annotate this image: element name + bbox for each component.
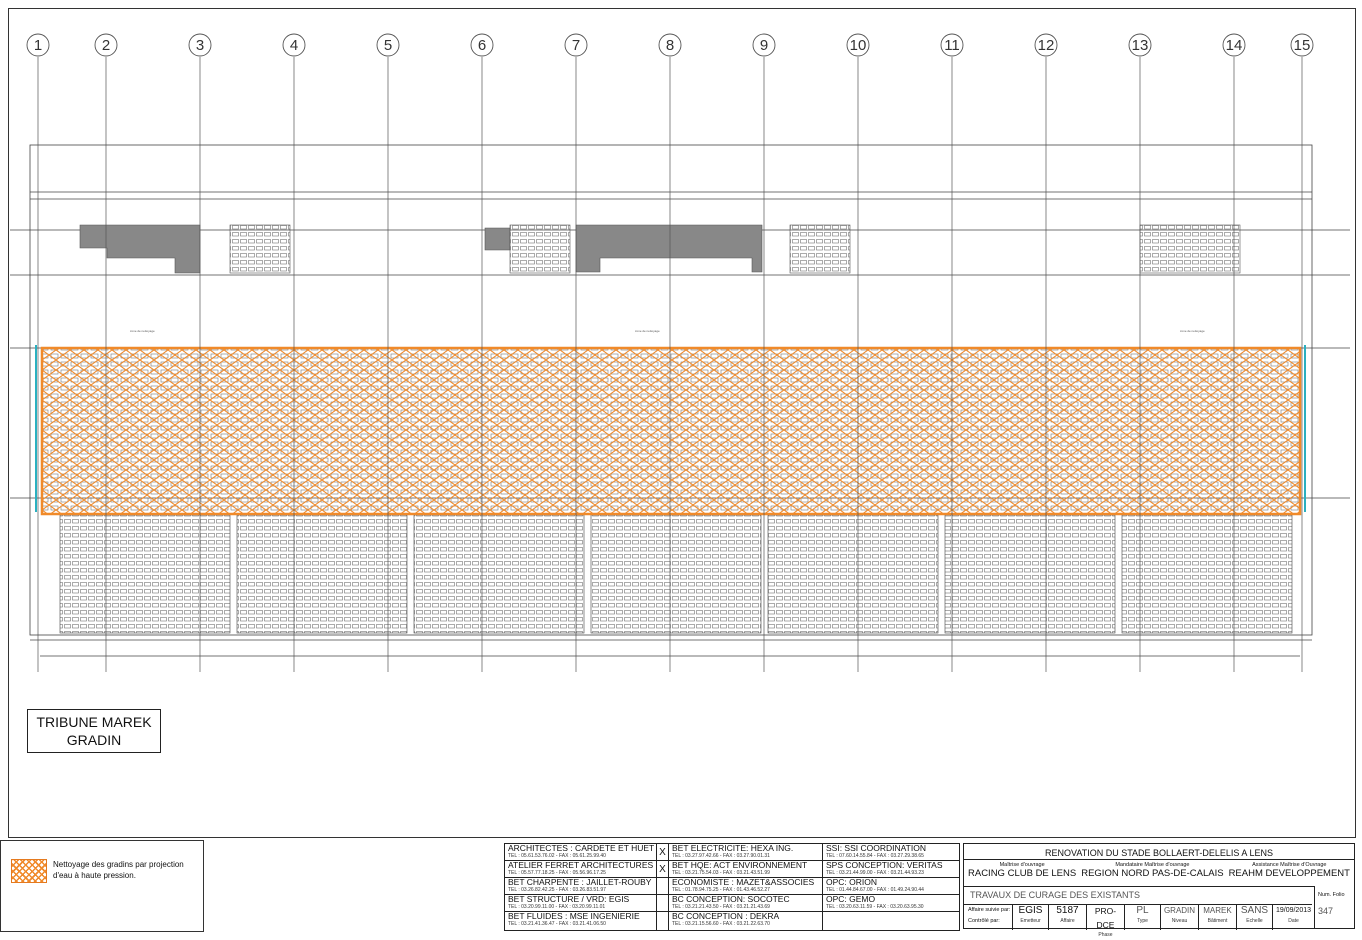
grid-axis-bubble: 6 [470, 33, 494, 57]
stand-plan-drawing: zone de nettoyage zone de nettoyage zone… [10, 33, 1350, 672]
contact-entry: OPC: GEMO TEL : 03.20.63.11.59 - FAX : 03… [823, 895, 959, 912]
grid-axis-bubble: 14 [1222, 33, 1246, 57]
grid-axis-bubble: 11 [940, 33, 964, 57]
drawing-title-box: TRIBUNE MAREK GRADIN [27, 709, 161, 753]
grid-axis-bubble: 12 [1034, 33, 1058, 57]
svg-text:zone de nettoyage: zone de nettoyage [1180, 329, 1205, 333]
code-cell: PL Type [1124, 904, 1160, 930]
contact-entry [823, 912, 959, 929]
legend-text: Nettoyage des gradins par projection d'e… [53, 860, 184, 880]
x-marks-column: X X [657, 844, 669, 930]
title-block: RENOVATION DU STADE BOLLAERT-DELELIS A L… [963, 843, 1355, 938]
codes-row: EGIS Emetteur 5187 Affaire PRO-DCE Phase PL… [964, 904, 1354, 938]
grid-axis-label: 1 [34, 37, 42, 54]
code-cell: SANS Echelle [1236, 904, 1272, 930]
contact-entry: SSI: SSI COORDINATION TEL : 07.60.14.55.8… [823, 844, 959, 861]
grid-axis-label: 13 [1132, 37, 1149, 54]
drawing-subtitle: GRADIN [66, 732, 122, 748]
grid-axis-bubble: 15 [1290, 33, 1314, 57]
code-cell: 5187 Affaire [1048, 904, 1086, 930]
grid-axis-label: 5 [384, 37, 392, 54]
contact-entry: BET FLUIDES : MSE INGENIERIE TEL : 03.21.… [508, 912, 640, 927]
grid-axis-bubble: 13 [1128, 33, 1152, 57]
folio-label: Num. Folio [1318, 892, 1345, 898]
grid-axis-bubble: 1 [26, 33, 50, 57]
technical-rooms [79, 224, 763, 274]
grid-axis-label: 6 [478, 37, 486, 54]
grid-axis-label: 7 [572, 37, 580, 54]
grid-axis-bubble: 7 [564, 33, 588, 57]
contact-entry: BET ELECTRICITE: HEXA ING. TEL : 03.27.97… [669, 844, 822, 861]
cleaning-zone-hatch [40, 346, 1302, 516]
code-cell: EGIS Emetteur [1012, 904, 1048, 930]
grid-axis-label: 2 [102, 37, 110, 54]
roles-row: Maîtrise d'ouvrage RACING CLUB DE LENS Ma… [968, 862, 1350, 879]
grid-axis-label: 15 [1294, 37, 1311, 54]
contact-entry: BET STRUCTURE / VRD: EGIS TEL : 03.20.99.… [505, 895, 656, 912]
grid-axis-bubble: 8 [658, 33, 682, 57]
grid-axis-label: 14 [1226, 37, 1243, 54]
grid-axis-bubble: 4 [282, 33, 306, 57]
grid-axis-bubble: 5 [376, 33, 400, 57]
contact-entry: SPS CONCEPTION: VERITAS TEL : 03.21.44.99… [823, 861, 959, 878]
grid-axis-label: 11 [944, 37, 960, 54]
svg-text:zone de nettoyage: zone de nettoyage [635, 329, 660, 333]
contact-entry: BET CHARPENTE : JAILLET-ROUBY TEL : 03.26… [505, 878, 656, 895]
drawing-title: TRIBUNE MAREK [36, 714, 152, 730]
role-assistance: Assistance Maîtrise d'Ouvrage REAHM DEVEL… [1228, 862, 1350, 879]
grid-axis-bubble: 2 [94, 33, 118, 57]
role-owner: Maîtrise d'ouvrage RACING CLUB DE LENS [968, 862, 1077, 879]
grid-axis-label: 10 [850, 37, 867, 54]
legend-box: Nettoyage des gradins par projection d'e… [0, 840, 204, 932]
hatch-swatch-icon [11, 859, 47, 883]
contact-entry: BC CONCEPTION: SOCOTEC TEL : 03.21.21.43.… [669, 895, 822, 912]
code-cell: 19/09/2013 Date [1272, 904, 1314, 930]
svg-text:zone de nettoyage: zone de nettoyage [130, 329, 155, 333]
grid-axis-label: 4 [290, 37, 298, 54]
code-cell: PRO-DCE Phase [1086, 904, 1124, 938]
code-cell: MAREK Bâtiment [1198, 904, 1236, 930]
contact-entry: ATELIER FERRET ARCHITECTURES TEL : 05.57.… [505, 861, 656, 878]
contact-entry: BC CONCEPTION : DEKRA TEL : 03.21.15.56.6… [672, 912, 780, 927]
contact-entry: BET HQE: ACT ENVIRONNEMENT TEL : 03.21.75… [669, 861, 822, 878]
grid-axis-bubble: 10 [846, 33, 870, 57]
lower-tier-seating [59, 514, 1293, 634]
works-title: TRAVAUX DE CURAGE DES EXISTANTS [970, 890, 1141, 900]
contact-entry: OPC: ORION TEL : 01.44.84.67.00 - FAX : 0… [823, 878, 959, 895]
role-delegate: Mandataire Maîtrise d'ouvrage REGION NORD… [1081, 862, 1224, 879]
contact-entry: ECONOMISTE : MAZET&ASSOCIES TEL : 01.78.9… [669, 878, 822, 895]
grid-axis-bubble: 3 [188, 33, 212, 57]
code-cell: GRADIN Niveau [1160, 904, 1198, 930]
grid-axis-bubble: 9 [752, 33, 776, 57]
grid-axis-label: 9 [760, 37, 768, 54]
grid-axis-label: 3 [196, 37, 204, 54]
contacts-table: ARCHITECTES : CARDETE ET HUET TEL : 05.61… [504, 843, 960, 931]
grid-axis-label: 12 [1038, 37, 1055, 54]
contact-entry: ARCHITECTES : CARDETE ET HUET TEL : 05.61… [505, 844, 656, 861]
drawing-annotations: zone de nettoyage zone de nettoyage zone… [130, 329, 1205, 333]
project-title: RENOVATION DU STADE BOLLAERT-DELELIS A L… [1045, 848, 1273, 858]
grid-axis-label: 8 [666, 37, 674, 54]
